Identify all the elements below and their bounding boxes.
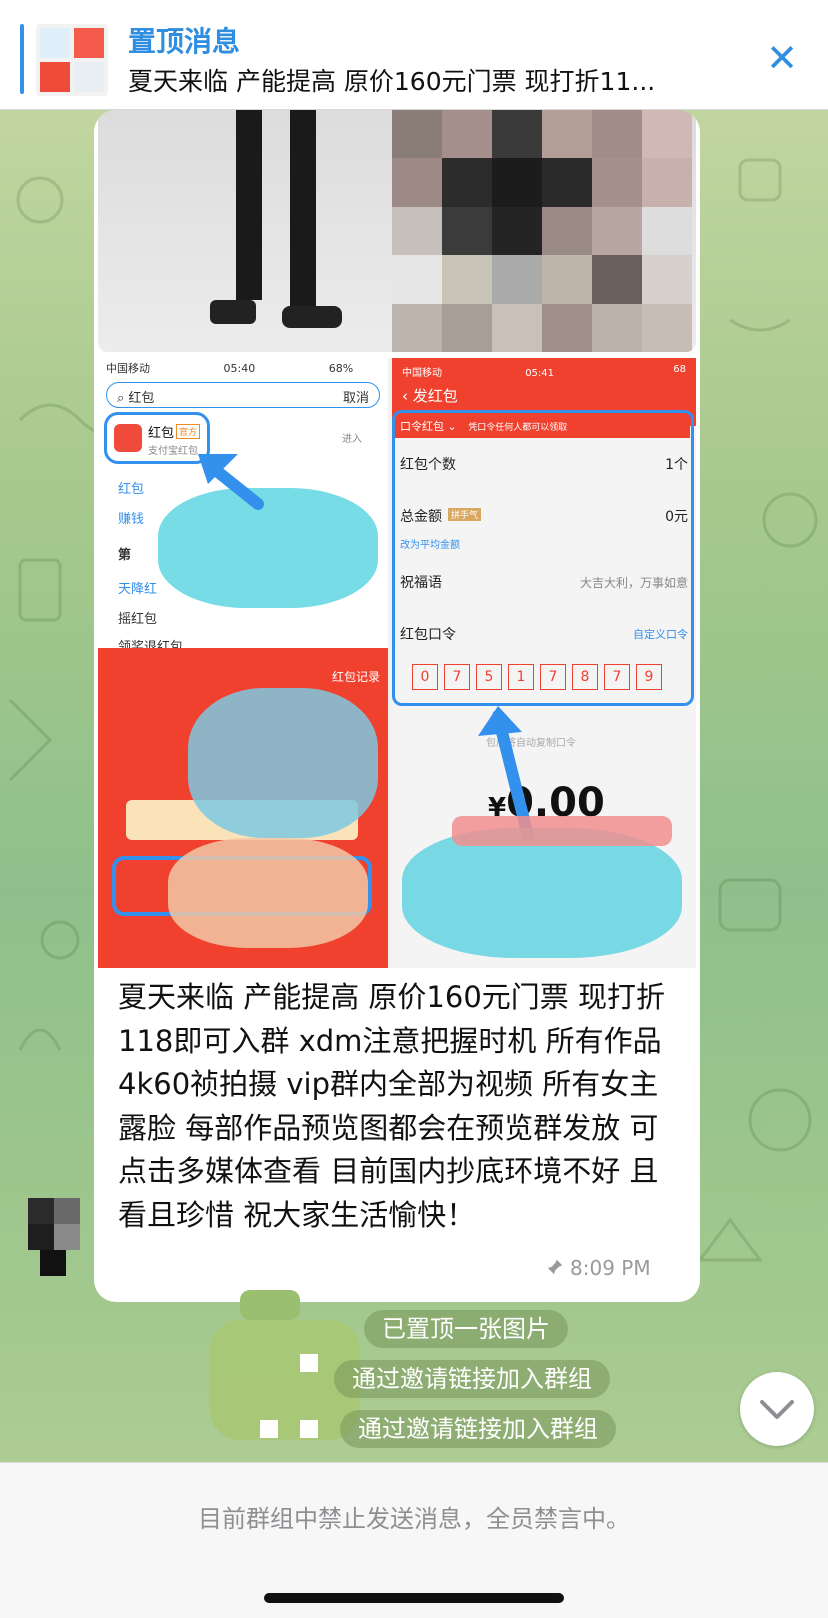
result-badge: 官方 [176,424,201,439]
status-bar: 中国移动 05:40 68% [106,362,354,375]
scribble [452,816,672,846]
screenshot-left: 中国移动 05:40 68% ⌕ 红包 取消 红包 官方 支付宝红包 进入 红包… [98,358,388,968]
red-packet-icon [114,424,142,452]
screenshot-right: 中国移动 05:41 68 ‹ 发红包 口令红包 ⌄ 凭口令任何人都可以领取 红… [392,358,696,968]
list-item: 第 [118,548,132,563]
scribble [168,838,368,948]
muted-notice: 目前群组中禁止发送消息，全员禁言中。 [198,1505,630,1533]
result-action: 进入 [342,434,362,445]
result-title: 红包 [148,426,175,441]
pin-icon [547,1259,563,1275]
message-text: 夏天来临 产能提高 原价160元门票 现打折118即可入群 xdm注意把握时机 … [118,980,666,1232]
arrow-icon [198,454,264,510]
pinned-title: 置顶消息 [128,25,241,58]
pixelated-area [392,110,692,352]
message-bubble[interactable]: 中国移动 05:40 68% ⌕ 红包 取消 红包 官方 支付宝红包 进入 红包… [94,110,700,1302]
chevron-down-icon [760,1400,794,1419]
input-area: 目前群组中禁止发送消息，全员禁言中。 [0,1462,828,1618]
scroll-down-button[interactable] [740,1372,814,1446]
service-message: 已置顶一张图片 [364,1310,568,1348]
scribble [188,688,378,838]
pinned-text: 夏天来临 产能提高 原价160元门票 现打折11... [128,67,656,96]
code-digits: 0 7 5 1 7 8 7 9 [412,664,662,690]
list-item: 赚钱 [118,512,145,527]
pinned-message-banner[interactable]: 置顶消息 夏天来临 产能提高 原价160元门票 现打折11... ✕ [0,0,828,110]
list-item: 天降红 [118,582,158,597]
list-item: 摇红包 [118,612,158,627]
avatar[interactable] [18,1198,88,1278]
close-icon[interactable]: ✕ [762,38,802,78]
home-indicator [264,1593,564,1603]
pinned-thumbnail [36,24,108,96]
service-message: 通过邀请链接加入群组 [334,1360,610,1398]
pinned-indicator [20,24,24,94]
result-sub: 支付宝红包 [148,446,198,457]
search-input: ⌕ 红包 取消 [106,382,380,408]
service-message: 通过邀请链接加入群组 [340,1410,616,1448]
photo-thumbnail[interactable] [98,110,696,352]
scribble [402,828,682,958]
message-time: 8:09 PM [570,1256,651,1280]
list-item: 红包 [118,482,145,497]
photo-thumbnail[interactable]: 中国移动 05:40 68% ⌕ 红包 取消 红包 官方 支付宝红包 进入 红包… [98,358,696,968]
